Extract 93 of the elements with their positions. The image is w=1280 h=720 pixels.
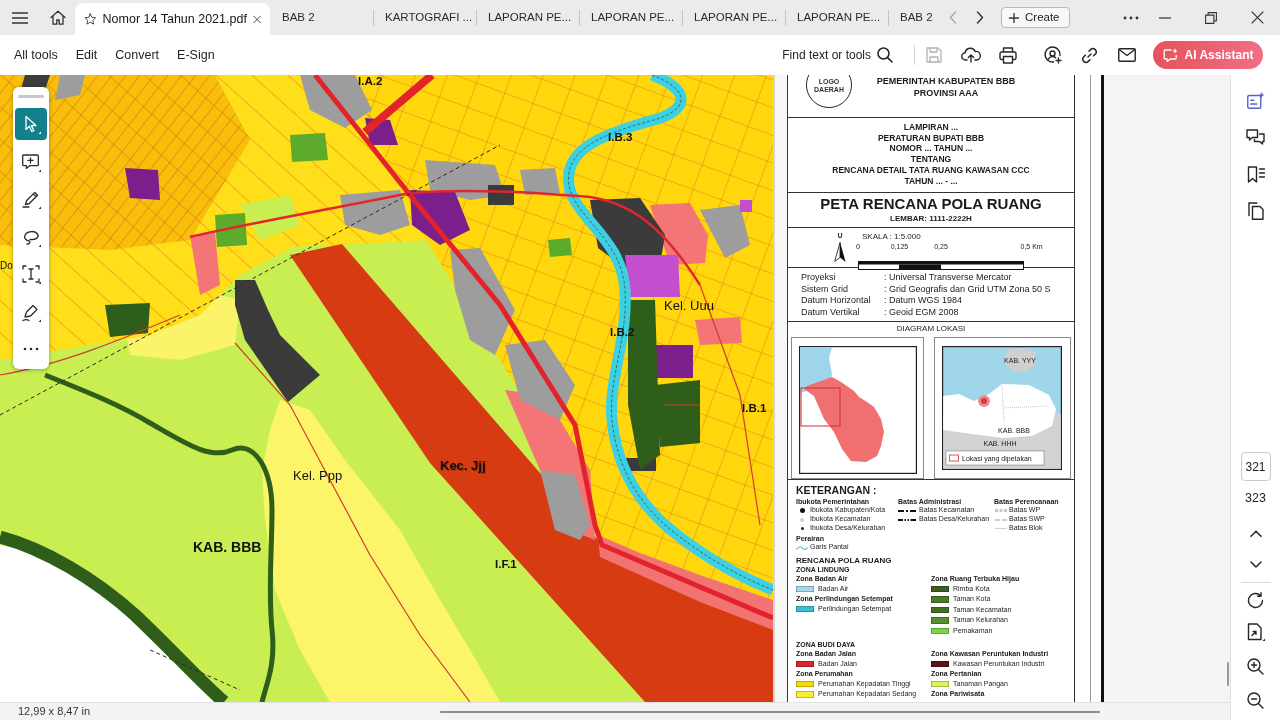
menu-item[interactable]: E-Sign <box>177 45 215 65</box>
district-label: Kec. Jjj <box>440 459 486 472</box>
appendix-line: TAHUN ... - ... <box>904 175 958 187</box>
wave-icon <box>796 544 808 551</box>
dashed-line-icon <box>994 518 1007 521</box>
home-icon[interactable] <box>49 10 66 25</box>
link-icon[interactable] <box>1081 46 1098 64</box>
spec-value: : Datum WGS 1984 <box>884 295 963 307</box>
thin-line-icon <box>994 528 1007 529</box>
find-button[interactable]: Find text or tools <box>782 46 893 64</box>
spec-value: : Grid Geografis dan Grid UTM Zona 50 S <box>884 283 1051 295</box>
user-plus-icon[interactable] <box>1043 46 1062 64</box>
zone-code-label: I.A.2 <box>358 76 383 88</box>
regency-label: KAB. BBB <box>193 540 262 554</box>
north-arrow-icon <box>834 242 846 262</box>
zone-code-label: I.B.1 <box>742 403 767 415</box>
spec-value: : Geoid EGM 2008 <box>884 306 959 318</box>
spec-value: : Universal Transverse Mercator <box>884 272 1012 284</box>
document-tab[interactable]: KARTOGRAFI ... <box>373 0 476 35</box>
menu-item[interactable]: Convert <box>115 45 160 65</box>
comment-plus-icon[interactable] <box>21 151 41 172</box>
cloud-upload-icon[interactable] <box>960 47 981 63</box>
zoom-out-icon[interactable] <box>1247 691 1264 709</box>
drag-handle[interactable] <box>18 95 44 98</box>
star-icon[interactable] <box>84 11 97 27</box>
dash-dot-line-icon <box>898 509 916 512</box>
create-button[interactable]: Create <box>1001 7 1070 28</box>
search-icon <box>877 47 893 63</box>
village-label: Kel. Ppp <box>293 469 343 482</box>
appendix-line: TENTANG <box>910 154 952 165</box>
legend-title: KETERANGAN : <box>796 483 878 497</box>
map-title: PETA RENCANA POLA RUANG <box>820 195 1042 213</box>
spec-label: Sistem Grid <box>801 283 849 295</box>
scale-text: SKALA : 1:5.000 <box>861 232 922 242</box>
logo-placeholder <box>806 75 852 108</box>
scrollbar-thumb[interactable] <box>1227 662 1229 686</box>
appendix-line: LAMPIRAN ... <box>903 122 959 133</box>
page-count: 323 <box>1245 489 1266 507</box>
zone-code-label: I.B.2 <box>610 327 635 339</box>
document-tab[interactable]: LAPORAN PE... <box>785 0 888 35</box>
cursor-icon[interactable] <box>15 108 47 141</box>
comments-icon[interactable] <box>1246 129 1265 145</box>
chevron-down-icon[interactable] <box>1249 560 1262 568</box>
plan-title: RENCANA POLA RUANG <box>796 555 893 566</box>
diagram-title: DIAGRAM LOKASI <box>895 324 967 334</box>
zone-code-label: I.F.1 <box>495 559 517 571</box>
page-number-field[interactable]: 321 <box>1240 452 1271 481</box>
small-dot-icon <box>800 527 804 530</box>
dashed-line-icon <box>994 509 1007 512</box>
sheet-number: LEMBAR: 1111-2222H <box>890 213 972 224</box>
plus-icon <box>1009 12 1019 23</box>
large-dot-icon <box>799 508 805 513</box>
chevron-up-icon[interactable] <box>1249 529 1262 537</box>
document-tab[interactable]: Nomor 14 Tahun 2021.pdf <box>75 3 270 35</box>
scrollbar-thumb[interactable] <box>440 710 1100 713</box>
chat-sparkle-icon <box>1162 48 1178 62</box>
mail-icon[interactable] <box>1117 48 1136 62</box>
minimize-icon[interactable] <box>1159 16 1171 19</box>
zoom-in-icon[interactable] <box>1247 657 1264 675</box>
page-size-text: 12,99 x 8,47 in <box>17 704 92 720</box>
close-icon[interactable] <box>1250 11 1264 24</box>
restore-icon[interactable] <box>1205 11 1217 24</box>
pen-icon[interactable] <box>21 189 41 210</box>
more-icon[interactable] <box>1123 15 1139 20</box>
menu-item[interactable]: Edit <box>75 45 98 65</box>
bookmark-list-icon[interactable] <box>1246 165 1265 183</box>
document-tab[interactable]: BAB 2 <box>270 0 373 35</box>
appendix-line: PERATURAN BUPATI BBB <box>877 132 985 144</box>
spec-label: Datum Vertikal <box>801 306 861 318</box>
print-icon[interactable] <box>998 46 1017 64</box>
document-tab[interactable]: LAPORAN PE... <box>682 0 785 35</box>
sparkle-list-icon[interactable] <box>1246 91 1265 109</box>
text-select-icon[interactable] <box>21 264 41 285</box>
faint-dot-icon <box>800 517 804 522</box>
pages-icon[interactable] <box>1247 202 1264 220</box>
menu-icon[interactable] <box>12 11 28 24</box>
spec-label: Datum Horizontal <box>801 295 872 307</box>
document-tab[interactable]: LAPORAN PE... <box>579 0 682 35</box>
village-label: Kel. Uuu <box>664 299 714 312</box>
extract-page-icon[interactable] <box>1246 623 1265 641</box>
heading-line: PEMERINTAH KABUPATEN BBB <box>876 75 1016 87</box>
heading-line: PROVINSI AAA <box>913 87 979 99</box>
spec-label: Proyeksi <box>801 272 837 284</box>
rotate-icon[interactable] <box>1247 591 1264 609</box>
chevron-right-icon[interactable] <box>976 11 984 24</box>
document-tab[interactable]: BAB 2 <box>888 0 940 35</box>
appendix-line: NOMOR ... TAHUN ... <box>889 143 973 155</box>
menu-item[interactable]: All tools <box>14 45 58 65</box>
dash-dot-dot-line-icon <box>898 518 916 521</box>
document-tab[interactable]: LAPORAN PE... <box>476 0 579 35</box>
place-label: Do <box>0 261 13 271</box>
appendix-line: RENCANA DETAIL TATA RUANG KAWASAN CCC <box>832 164 1030 176</box>
more-icon[interactable] <box>23 347 39 352</box>
